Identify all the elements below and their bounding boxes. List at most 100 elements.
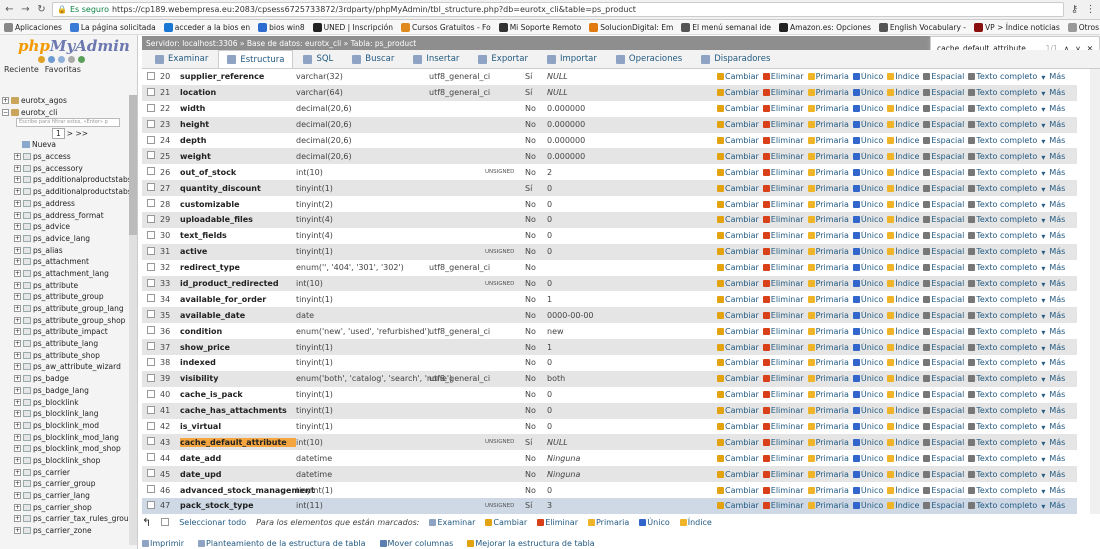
change-action[interactable]: Cambiar	[717, 374, 759, 383]
table-row[interactable]: 43 cache_default_attribute int(10) UNSIGNED…	[142, 434, 1077, 451]
spatial-action[interactable]: Espacial	[923, 215, 964, 224]
primary-action[interactable]: Primaria	[807, 422, 849, 431]
drop-action[interactable]: Eliminar	[762, 168, 804, 177]
change-action[interactable]: Cambiar	[717, 152, 759, 161]
row-checkbox[interactable]	[142, 485, 160, 495]
tab-sql[interactable]: SQL	[294, 50, 342, 68]
fulltext-action[interactable]: Texto completo	[968, 501, 1037, 510]
bottom-link[interactable]: Imprimir	[142, 539, 184, 548]
primary-action[interactable]: Primaria	[807, 311, 849, 320]
index-action[interactable]: Índice	[887, 343, 919, 352]
page-select[interactable]: 1	[52, 127, 65, 139]
primary-action[interactable]: Primaria	[807, 168, 849, 177]
tree-new-table[interactable]: Nueva	[0, 139, 136, 151]
spatial-action[interactable]: Espacial	[923, 406, 964, 415]
expand-icon[interactable]: +	[14, 281, 21, 289]
fulltext-action[interactable]: Texto completo	[968, 327, 1037, 336]
unique-action[interactable]: Único	[852, 390, 883, 399]
fulltext-action[interactable]: Texto completo	[968, 454, 1037, 463]
unique-action[interactable]: Único	[852, 231, 883, 240]
expand-icon[interactable]: +	[14, 433, 21, 441]
spatial-action[interactable]: Espacial	[923, 358, 964, 367]
table-row[interactable]: 23 height decimal(20,6) No 0.000000 Cambiar El…	[142, 116, 1077, 133]
table-row[interactable]: 41 cache_has_attachments tinyint(1) No 0 Camb…	[142, 402, 1077, 419]
menu-icon[interactable]: ⋮	[1085, 4, 1096, 15]
expand-icon[interactable]: +	[14, 351, 21, 359]
change-action[interactable]: Cambiar	[717, 438, 759, 447]
more-action[interactable]: ▾ Más	[1041, 438, 1065, 447]
tree-table[interactable]: + ps_alias	[0, 244, 136, 256]
back-icon[interactable]: ←	[4, 4, 15, 15]
primary-action[interactable]: Primaria	[807, 295, 849, 304]
row-checkbox[interactable]	[142, 326, 160, 336]
change-action[interactable]: Cambiar	[717, 390, 759, 399]
docs-icon[interactable]	[68, 56, 75, 63]
expand-icon[interactable]: +	[14, 375, 21, 383]
change-action[interactable]: Cambiar	[717, 72, 759, 81]
primary-action[interactable]: Primaria	[807, 390, 849, 399]
home-icon[interactable]	[38, 56, 45, 63]
row-checkbox[interactable]	[142, 71, 160, 82]
expand-icon[interactable]: +	[14, 269, 21, 277]
expand-icon[interactable]: +	[14, 340, 21, 348]
index-action[interactable]: Índice	[887, 470, 919, 479]
change-action[interactable]: Cambiar	[717, 358, 759, 367]
bookmark-item[interactable]: bios win8	[258, 22, 305, 32]
drop-action[interactable]: Eliminar	[762, 136, 804, 145]
next-pages-icon[interactable]: > >>	[67, 129, 88, 138]
change-action[interactable]: Cambiar	[717, 311, 759, 320]
index-action[interactable]: Índice	[887, 422, 919, 431]
fulltext-action[interactable]: Texto completo	[968, 358, 1037, 367]
unique-action[interactable]: Único	[852, 470, 883, 479]
spatial-action[interactable]: Espacial	[923, 247, 964, 256]
primary-action[interactable]: Primaria	[807, 470, 849, 479]
index-action[interactable]: Índice	[887, 486, 919, 495]
drop-action[interactable]: Eliminar	[762, 406, 804, 415]
expand-icon[interactable]: +	[14, 305, 21, 313]
index-action[interactable]: Índice	[887, 454, 919, 463]
change-action[interactable]: Cambiar	[717, 422, 759, 431]
index-action[interactable]: Índice	[887, 311, 919, 320]
tree-table[interactable]: + ps_advice	[0, 221, 136, 233]
unique-action[interactable]: Único	[852, 152, 883, 161]
tree-table[interactable]: + ps_attachment	[0, 256, 136, 268]
spatial-action[interactable]: Espacial	[923, 470, 964, 479]
unique-action[interactable]: Único	[852, 168, 883, 177]
bulk-unique-action[interactable]: Primaria	[587, 518, 629, 527]
tree-table[interactable]: + ps_blocklink	[0, 396, 136, 408]
change-action[interactable]: Cambiar	[717, 215, 759, 224]
fulltext-action[interactable]: Texto completo	[968, 184, 1037, 193]
spatial-action[interactable]: Espacial	[923, 327, 964, 336]
unique-action[interactable]: Único	[852, 295, 883, 304]
tree-table[interactable]: + ps_blocklink_shop	[0, 455, 136, 467]
unique-action[interactable]: Único	[852, 343, 883, 352]
spatial-action[interactable]: Espacial	[923, 200, 964, 209]
fulltext-action[interactable]: Texto completo	[968, 104, 1037, 113]
change-action[interactable]: Cambiar	[717, 263, 759, 272]
unique-action[interactable]: Único	[852, 501, 883, 510]
fulltext-action[interactable]: Texto completo	[968, 422, 1037, 431]
fulltext-action[interactable]: Texto completo	[968, 88, 1037, 97]
index-action[interactable]: Índice	[887, 200, 919, 209]
tree-table[interactable]: + ps_blocklink_lang	[0, 408, 136, 420]
more-action[interactable]: ▾ Más	[1041, 136, 1065, 145]
tree-table[interactable]: + ps_badge	[0, 373, 136, 385]
change-action[interactable]: Cambiar	[717, 88, 759, 97]
nav-scrollbar[interactable]	[129, 95, 137, 545]
drop-action[interactable]: Eliminar	[762, 438, 804, 447]
tree-table[interactable]: + ps_attribute_lang	[0, 338, 136, 350]
unique-action[interactable]: Único	[852, 406, 883, 415]
fulltext-action[interactable]: Texto completo	[968, 72, 1037, 81]
table-row[interactable]: 37 show_price tinyint(1) No 1 Cambiar Eliminar…	[142, 339, 1077, 356]
spatial-action[interactable]: Espacial	[923, 374, 964, 383]
unique-action[interactable]: Único	[852, 438, 883, 447]
unique-action[interactable]: Único	[852, 136, 883, 145]
bookmark-item[interactable]: Otros marc	[1067, 22, 1100, 32]
table-row[interactable]: 21 location varchar(64) utf8_general_ci Sí NU…	[142, 84, 1077, 101]
primary-action[interactable]: Primaria	[807, 152, 849, 161]
fulltext-action[interactable]: Texto completo	[968, 438, 1037, 447]
address-bar[interactable]: 🔒 Es seguro https://cp189.webempresa.eu:…	[52, 2, 1064, 17]
more-action[interactable]: ▾ Más	[1041, 104, 1065, 113]
primary-action[interactable]: Primaria	[807, 501, 849, 510]
drop-action[interactable]: Eliminar	[762, 120, 804, 129]
